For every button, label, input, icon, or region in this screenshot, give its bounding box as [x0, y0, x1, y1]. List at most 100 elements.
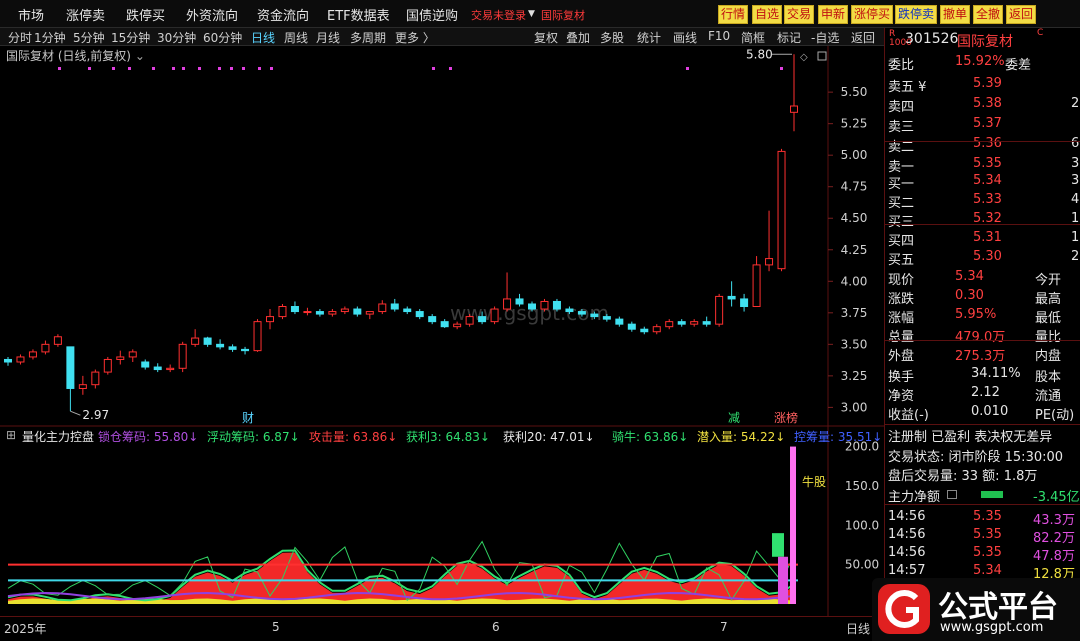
tick-price: 5.35 [973, 509, 1002, 524]
candle [565, 308, 574, 313]
marker-dot [242, 67, 245, 70]
ask-volume: 3 [1071, 156, 1080, 171]
stat-label-2: 今开 [1035, 273, 1062, 288]
net-flow-label: 主力净额 [888, 490, 941, 505]
candle [428, 316, 437, 323]
indicator-series-label: 骑牛: 63.86↓ [612, 430, 689, 444]
bid-volume: 2 [1071, 249, 1080, 264]
weibi-row: 委比 15.92% 委差 [885, 54, 1080, 73]
marker-dot [258, 67, 261, 70]
candle [440, 321, 449, 328]
stat-value: 5.95% [955, 307, 997, 322]
tick-volume: 82.2万 [1033, 531, 1075, 546]
tick-volume: 47.8万 [1033, 549, 1075, 564]
stock-header: R 1000 301526 国际复材 C [885, 28, 1080, 52]
return-button[interactable]: 返回 [1006, 5, 1037, 24]
price-tick: 5.25 [841, 117, 868, 131]
candle [16, 356, 25, 363]
marker-dot [432, 67, 435, 70]
stat-label: 收益(-) [888, 408, 929, 423]
stat-label: 净资 [888, 389, 915, 404]
candle [241, 348, 250, 352]
stat-label: 外盘 [888, 349, 915, 364]
candle [28, 351, 37, 358]
marker-dot [128, 67, 131, 70]
candle [665, 321, 674, 328]
stat-value: 275.3万 [955, 349, 1006, 364]
watchlist-button[interactable]: 自选 [752, 5, 783, 24]
tick-time: 14:57 [888, 563, 926, 578]
ask-price: 5.35 [973, 156, 1002, 171]
stat-row: 总量 479.0万 量比 [885, 326, 1080, 345]
x-tick: 7 [720, 620, 728, 634]
candle [702, 321, 711, 325]
bid-row: 买五 5.30 2 [885, 249, 1080, 268]
niugu-label: 牛股 [802, 474, 826, 489]
menu-treasury-repo[interactable]: 国债逆购 [406, 5, 458, 24]
menu-capital-flow[interactable]: 资金流向 [257, 5, 309, 24]
marker-dot [182, 67, 185, 70]
marker-dot [198, 67, 201, 70]
menu-foreign-flow[interactable]: 外资流向 [186, 5, 238, 24]
ask-label: 卖二 [888, 140, 915, 155]
cancel-order-button[interactable]: 撤单 [940, 5, 971, 24]
candle [315, 311, 324, 315]
stat-label: 换手 [888, 370, 915, 385]
candle [740, 298, 749, 308]
quote-button[interactable]: 行情 [718, 5, 749, 24]
candle [166, 367, 175, 371]
bid-row: 买四 5.31 1 [885, 230, 1080, 249]
limit-down-sell-button[interactable]: 跌停卖 [895, 5, 938, 24]
tick-time: 14:56 [888, 527, 926, 542]
stat-row: 涨跌 0.30 最高 [885, 288, 1080, 307]
indicator-name[interactable]: 量化主力控盘 [22, 428, 94, 445]
table-icon[interactable] [947, 490, 957, 499]
bid-label: 买三 [888, 215, 915, 230]
limit-up-buy-button[interactable]: 涨停买 [851, 5, 894, 24]
candle [328, 311, 337, 315]
ask-row: 卖五 ¥ 5.39 [885, 76, 1080, 95]
flow-bar [981, 491, 1003, 498]
ask-label: 卖四 [888, 100, 915, 115]
candlestick-chart[interactable]: www.gsgpt.com 5.505.255.004.754.504.254.… [0, 28, 884, 616]
period-label[interactable]: 日线 [846, 620, 870, 637]
bid-price: 5.30 [973, 249, 1002, 264]
bid-row: 买二 5.33 4 [885, 192, 1080, 211]
marker-dot [112, 67, 115, 70]
candle [278, 306, 287, 318]
event-label: 财 [242, 411, 254, 425]
candle [602, 316, 611, 320]
price-tick: 4.50 [841, 211, 868, 225]
menu-etf-data[interactable]: ETF数据表 [327, 5, 390, 24]
weibi-label: 委比 [888, 58, 915, 73]
menu-limit-up-sell[interactable]: 涨停卖 [66, 5, 105, 24]
reg-info: 注册制 已盈利 表决权无差异 [888, 430, 1053, 445]
stat-value: 34.11% [971, 366, 1021, 381]
menu-limit-down-buy[interactable]: 跌停买 [126, 5, 165, 24]
bid-price: 5.33 [973, 192, 1002, 207]
candle [465, 316, 474, 325]
candle [577, 311, 586, 315]
trade-stock[interactable]: 国际复材 [541, 7, 585, 23]
indicator-series-label: 锁仓筹码: 55.80↓ [98, 430, 199, 444]
trade-button[interactable]: 交易 [784, 5, 815, 24]
chevron-down-icon[interactable]: ▼ [528, 9, 535, 19]
tick-row: 14:56 5.35 47.8万 [885, 545, 1080, 564]
marker-dot [780, 67, 783, 70]
price-tick: 4.00 [841, 274, 868, 288]
cancel-all-button[interactable]: 全撤 [973, 5, 1004, 24]
menu-market[interactable]: 市场 [18, 5, 44, 24]
new-ipo-button[interactable]: 申新 [818, 5, 849, 24]
dropdown-icon[interactable]: ⊞ [6, 428, 16, 442]
trade-status[interactable]: 交易未登录 [471, 7, 526, 23]
candle [453, 323, 462, 328]
price-tick: 3.25 [841, 369, 868, 383]
candle [303, 311, 312, 314]
candle [290, 306, 299, 313]
candle [652, 326, 661, 333]
bid-price: 5.34 [973, 173, 1002, 188]
indicator-tick: 100.0 [845, 518, 879, 532]
price-tick: 4.75 [841, 180, 868, 194]
after-hours-row: 盘后交易量: 33 额: 1.8万 [888, 469, 1038, 484]
candle [141, 361, 150, 368]
